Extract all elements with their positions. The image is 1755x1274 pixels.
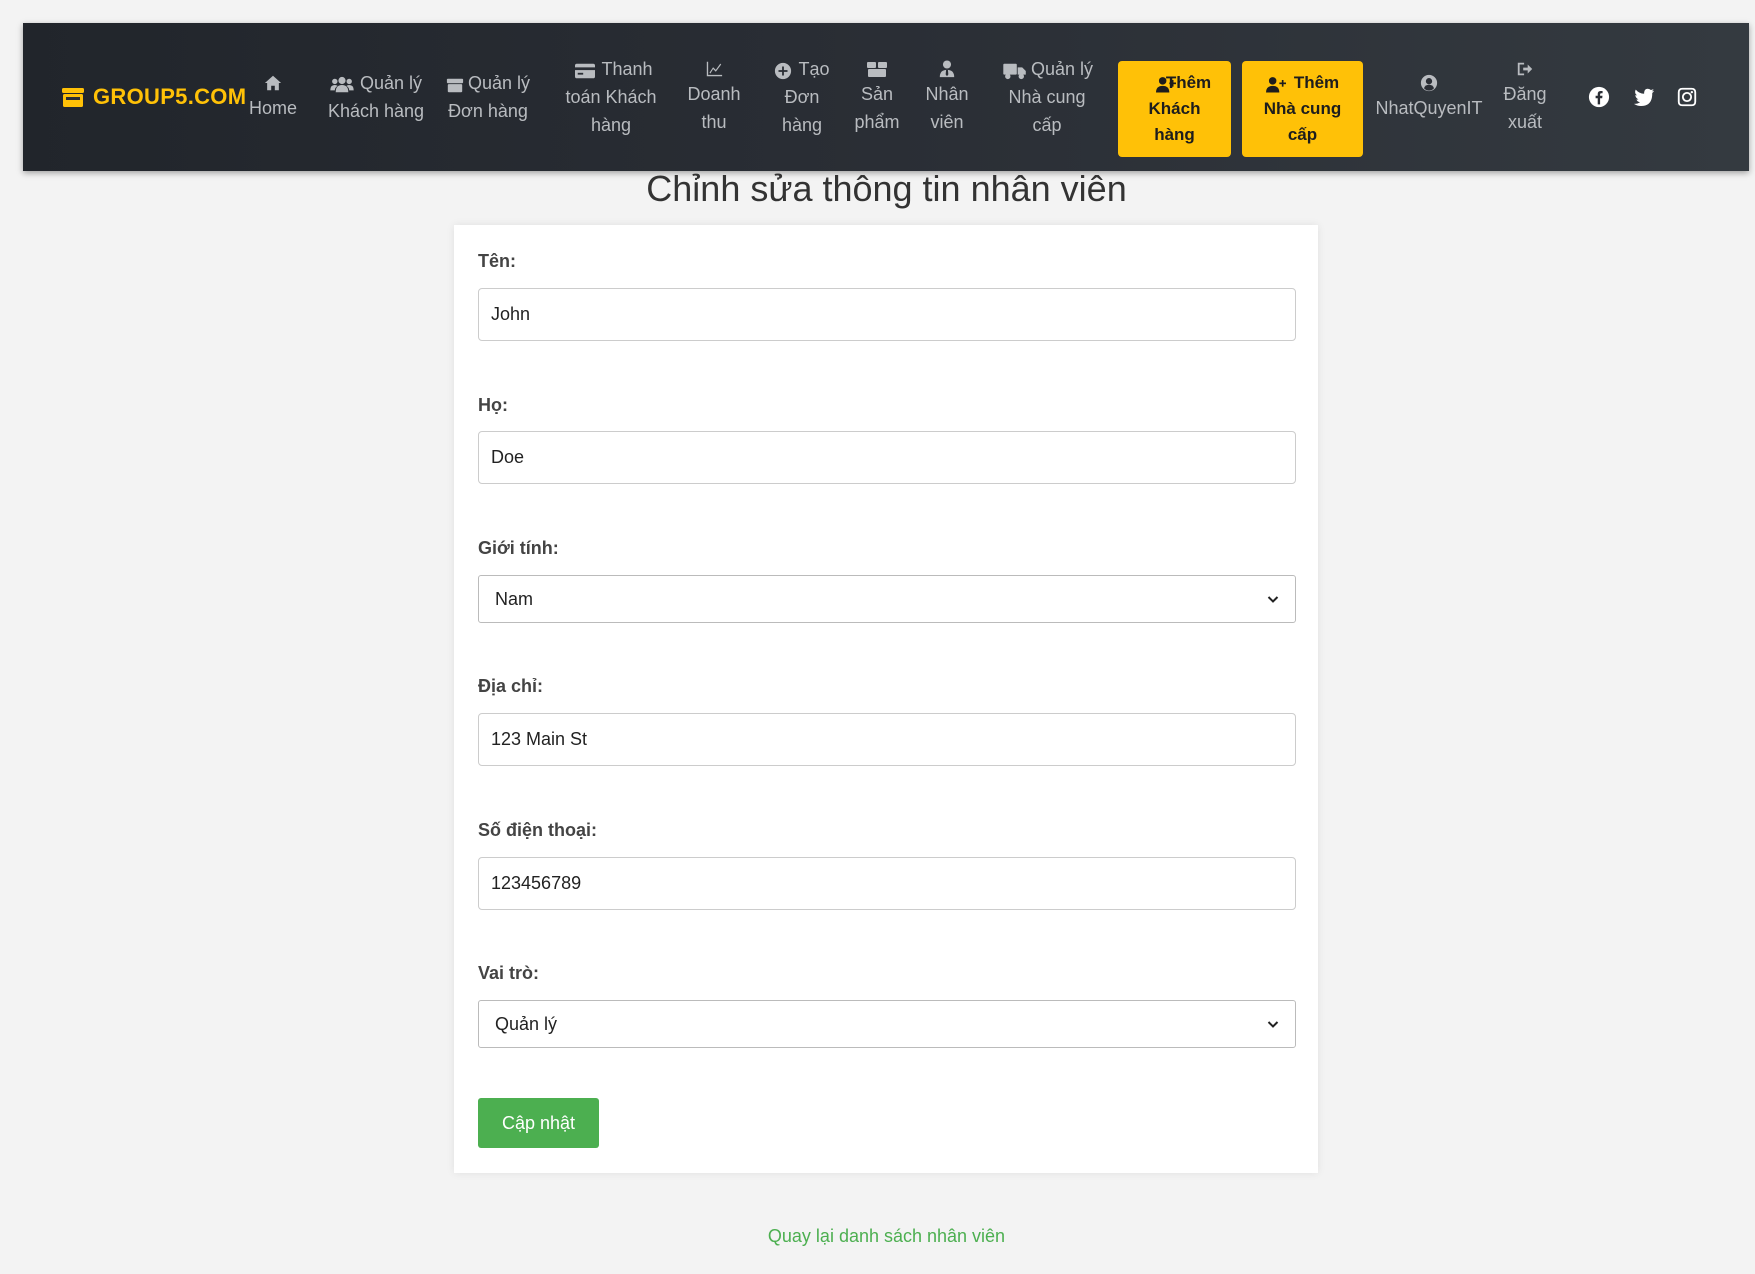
- first-name-label: Tên:: [478, 251, 516, 271]
- user-circle-icon: [1420, 72, 1438, 94]
- brand-logo[interactable]: GROUP5.COM: [61, 23, 246, 171]
- role-select[interactable]: Quản lý: [478, 1000, 1296, 1048]
- role-selected-value: Quản lý: [495, 1013, 558, 1034]
- nav-customer-payment[interactable]: Thanh toán Khách hàng: [555, 23, 667, 171]
- nav-create-order[interactable]: Tạo Đơn hàng: [765, 23, 839, 171]
- nav-home-label: Home: [248, 98, 297, 118]
- chevron-down-icon: [1267, 596, 1279, 603]
- boxes-icon: [866, 58, 888, 80]
- last-name-label: Họ:: [478, 395, 508, 415]
- nav-revenue[interactable]: Doanh thu: [679, 23, 749, 171]
- update-button[interactable]: Cập nhật: [478, 1098, 599, 1148]
- add-supplier-button[interactable]: Thêm Nhà cung cấp: [1242, 61, 1363, 157]
- username-label: NhatQuyenIT: [1375, 98, 1483, 118]
- last-name-input[interactable]: [478, 431, 1296, 484]
- twitter-icon[interactable]: [1633, 23, 1655, 171]
- nav-employees[interactable]: Nhân viên: [917, 23, 977, 171]
- chevron-down-icon: [1267, 1021, 1279, 1028]
- box-icon: [446, 72, 468, 100]
- brand-name: GROUP5.COM: [93, 84, 247, 109]
- nav-revenue-label: Doanh thu: [687, 84, 741, 132]
- users-icon: [330, 72, 358, 100]
- chart-line-icon: [705, 58, 723, 80]
- gender-label: Giới tính:: [478, 538, 559, 558]
- nav-manage-orders[interactable]: Quản lý Đơn hàng: [441, 23, 535, 171]
- back-to-employee-list-link[interactable]: Quay lại danh sách nhân viên: [0, 1226, 1755, 1247]
- nav-logout[interactable]: Đăng xuất: [1495, 23, 1555, 171]
- logout-label: Đăng xuất: [1503, 84, 1547, 132]
- truck-icon: [1003, 58, 1031, 86]
- nav-products[interactable]: Sản phẩm: [847, 23, 907, 171]
- facebook-icon[interactable]: [1588, 23, 1610, 171]
- sign-out-icon: [1516, 58, 1534, 80]
- credit-card-icon: [575, 58, 599, 86]
- nav-user-profile[interactable]: NhatQuyenIT: [1371, 23, 1487, 171]
- user-plus-icon: [1265, 74, 1290, 100]
- add-customer-button[interactable]: Thêm Khách hàng: [1118, 61, 1231, 157]
- first-name-input[interactable]: [478, 288, 1296, 341]
- top-navbar: GROUP5.COM Home Quản lý Khách hàng Quản …: [23, 23, 1749, 171]
- nav-manage-customers[interactable]: Quản lý Khách hàng: [320, 23, 432, 171]
- nav-manage-suppliers[interactable]: Quản lý Nhà cung cấp: [993, 23, 1101, 171]
- nav-employees-label: Nhân viên: [925, 84, 969, 132]
- plus-circle-icon: [774, 58, 796, 86]
- address-input[interactable]: [478, 713, 1296, 766]
- phone-input[interactable]: [478, 857, 1296, 910]
- store-icon: [62, 88, 84, 107]
- page-title: Chỉnh sửa thông tin nhân viên: [646, 168, 1127, 209]
- gender-select[interactable]: Nam: [478, 575, 1296, 623]
- address-label: Địa chỉ:: [478, 676, 544, 696]
- role-label: Vai trò:: [478, 963, 540, 983]
- phone-label: Số điện thoại:: [478, 820, 597, 840]
- nav-home[interactable]: Home: [245, 23, 301, 171]
- instagram-icon[interactable]: [1676, 23, 1698, 171]
- user-plus-icon: [1155, 74, 1180, 100]
- gender-selected-value: Nam: [495, 588, 534, 609]
- home-icon: [264, 72, 282, 94]
- edit-employee-form: Tên: Họ: Giới tính: Nam Địa chỉ: Số điện…: [454, 225, 1318, 1173]
- nav-products-label: Sản phẩm: [854, 84, 900, 132]
- user-tie-icon: [938, 58, 956, 80]
